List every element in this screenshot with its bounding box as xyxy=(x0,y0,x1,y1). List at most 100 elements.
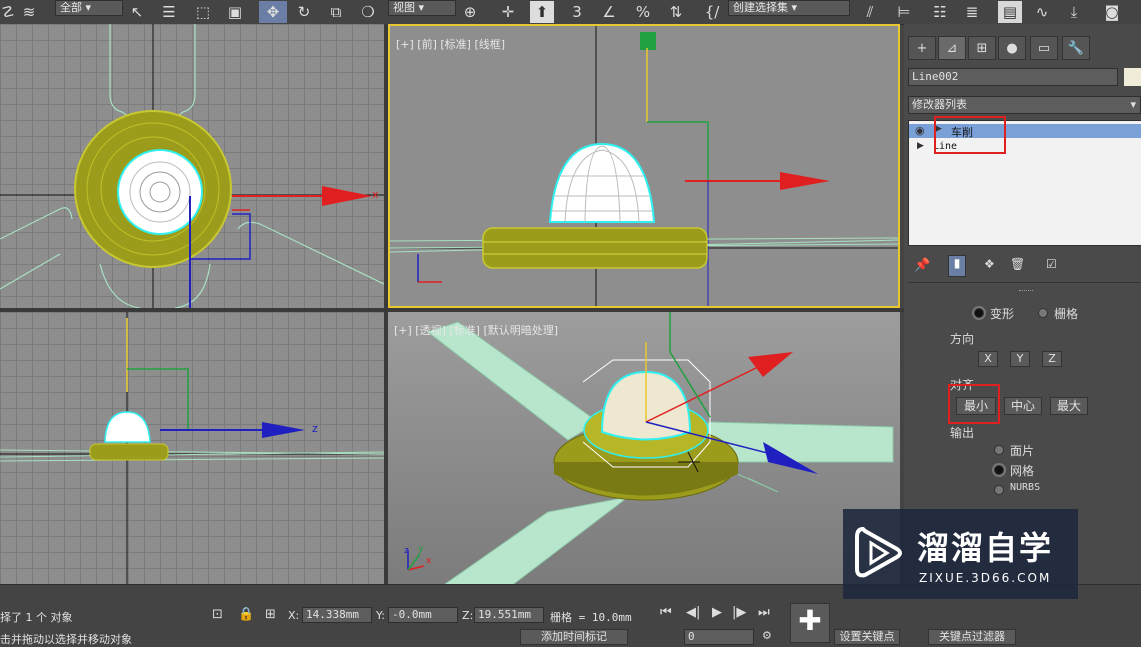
z-coord-label: Z: xyxy=(462,609,474,622)
selection-filter-select[interactable]: 全部 ▾ xyxy=(55,0,123,16)
show-end-result-icon[interactable]: ▮ xyxy=(948,255,966,277)
auto-key-plus-icon[interactable]: ✚ xyxy=(790,603,830,643)
select-by-name-icon[interactable]: ☰ xyxy=(158,1,180,23)
left-viewport[interactable]: z xyxy=(0,312,384,596)
next-frame-icon[interactable]: |▶ xyxy=(732,605,746,620)
eye-icon[interactable]: ◉ xyxy=(915,124,925,137)
object-name-field[interactable]: Line002 xyxy=(908,68,1118,86)
play-icon[interactable]: ▶ xyxy=(712,605,722,620)
unlink-icon[interactable]: ☡ xyxy=(0,1,16,23)
selection-count-text: 择了 1 个 对象 xyxy=(0,611,73,624)
align-icon[interactable]: ⊨ xyxy=(892,1,916,23)
perspective-viewport-label[interactable]: [+] [透视] [标准] [默认明暗处理] xyxy=(394,322,558,338)
gizmo-y-label: y xyxy=(418,544,424,554)
x-coord-field[interactable]: 14.338mm xyxy=(302,607,372,623)
y-coord-label: Y: xyxy=(376,609,385,622)
radio-deform[interactable] xyxy=(974,308,984,318)
rect-selection-icon[interactable]: ⬚ xyxy=(192,1,214,23)
previous-frame-icon[interactable]: ◀| xyxy=(686,605,700,620)
front-viewport-scene xyxy=(390,26,898,306)
spinner-snap-icon[interactable]: ⇅ xyxy=(664,1,688,23)
perspective-viewport[interactable]: [+] [透视] [标准] [默认明暗处理] x y z xyxy=(388,312,900,596)
move-icon[interactable]: ✥ xyxy=(259,1,287,23)
align-center-button[interactable]: 中心 xyxy=(1004,397,1042,415)
edit-named-selection-icon[interactable]: {/ xyxy=(700,1,724,23)
radio-mesh-label: 网格 xyxy=(1010,464,1035,478)
create-tab-icon[interactable]: + xyxy=(908,36,936,60)
radio-grid[interactable] xyxy=(1038,308,1048,318)
named-selection-select[interactable]: 创建选择集 ▾ xyxy=(728,0,850,16)
make-unique-icon[interactable]: ❖ xyxy=(984,257,995,271)
viewport-splitter-horizontal[interactable] xyxy=(0,308,904,312)
lock-selection-icon[interactable]: 🔒 xyxy=(238,607,254,622)
rollout-grip[interactable] xyxy=(1019,290,1033,293)
gizmo-x-label: x xyxy=(426,556,432,566)
play-logo-icon xyxy=(855,526,902,578)
main-toolbar: ☡ ≋ 全部 ▾ ↖ ☰ ⬚ ▣ ✥ ↻ ⧉ ❍ 视图 ▾ ⊕ ✛ ⬆ 3 ∠ … xyxy=(0,0,1141,25)
key-filters-button[interactable]: 关键点过滤器 xyxy=(928,629,1016,645)
front-viewport[interactable]: [+] [前] [标准] [线框] xyxy=(388,24,900,308)
direction-y-button[interactable]: Y xyxy=(1010,351,1030,367)
gizmo-z-label: z xyxy=(404,546,409,556)
named-selection-value: 创建选择集 xyxy=(733,1,788,14)
object-color-swatch[interactable] xyxy=(1124,68,1141,86)
select-manipulate-icon[interactable]: ✛ xyxy=(496,1,520,23)
expand-triangle-icon[interactable]: ▶ xyxy=(917,141,924,151)
top-viewport[interactable]: x xyxy=(0,24,384,308)
add-time-tag-label: 添加时间标记 xyxy=(541,630,607,643)
remove-modifier-icon[interactable]: 🗑 xyxy=(1010,257,1025,271)
keyboard-shortcut-override-icon[interactable]: ⬆ xyxy=(530,1,554,23)
modifier-list-dropdown[interactable]: 修改器列表 ▾ xyxy=(908,96,1141,114)
mirror-icon[interactable]: ⫽ xyxy=(858,1,882,23)
direction-z-button[interactable]: Z xyxy=(1042,351,1062,367)
modify-tab-icon[interactable]: ⊿ xyxy=(938,36,966,60)
schematic-view-icon[interactable]: ⤓ xyxy=(1062,1,1086,23)
scale-icon[interactable]: ⧉ xyxy=(324,1,348,23)
layer-explorer-icon[interactable]: ≣ xyxy=(960,1,984,23)
command-panel: + ⊿ ⊞ ● ▭ 🔧 Line002 修改器列表 ▾ ◉ ▶ 车削 ▶ Line… xyxy=(904,24,1141,584)
scene-explorer-icon[interactable]: ☷ xyxy=(928,1,952,23)
snaps-toggle-icon[interactable]: 3 xyxy=(565,1,589,23)
rotate-icon[interactable]: ↻ xyxy=(292,1,316,23)
select-object-icon[interactable]: ↖ xyxy=(126,1,148,23)
hierarchy-tab-icon[interactable]: ⊞ xyxy=(968,36,996,60)
go-to-end-icon[interactable]: ⏭ xyxy=(758,605,770,620)
angle-snap-icon[interactable]: ∠ xyxy=(597,1,621,23)
isolate-selection-icon[interactable]: ⊡ xyxy=(212,607,223,622)
prompt-text: 击并拖动以选择并移动对象 xyxy=(0,633,132,646)
add-time-tag-button[interactable]: 添加时间标记 xyxy=(520,629,628,645)
absolute-mode-icon[interactable]: ⊞ xyxy=(265,607,276,622)
top-view-x-axis-label: x xyxy=(372,188,379,201)
direction-group-label: 方向 xyxy=(950,332,975,346)
go-to-start-icon[interactable]: ⏮ xyxy=(660,605,672,620)
top-viewport-scene xyxy=(0,24,384,308)
place-icon[interactable]: ❍ xyxy=(356,1,380,23)
y-coord-field[interactable]: -0.0mm xyxy=(388,607,458,623)
front-viewport-label[interactable]: [+] [前] [标准] [线框] xyxy=(396,36,505,52)
set-key-button[interactable]: 设置关键点 xyxy=(834,629,900,645)
radio-mesh[interactable] xyxy=(994,465,1004,475)
z-coord-field[interactable]: 19.551mm xyxy=(474,607,544,623)
bind-space-warp-icon[interactable]: ≋ xyxy=(18,1,40,23)
pin-stack-icon[interactable]: 📌 xyxy=(914,258,930,273)
radio-patch[interactable] xyxy=(994,445,1004,455)
display-tab-icon[interactable]: ▭ xyxy=(1030,36,1058,60)
toggle-ribbon-icon[interactable]: ▤ xyxy=(998,1,1022,23)
utilities-tab-icon[interactable]: 🔧 xyxy=(1062,36,1090,60)
pivot-center-icon[interactable]: ⊕ xyxy=(458,1,482,23)
configure-modifier-sets-icon[interactable]: ☑ xyxy=(1046,257,1057,271)
watermark-url: ZIXUE.3D66.COM xyxy=(919,571,1052,585)
grid-size-text: 栅格 = 10.0mm xyxy=(550,611,632,624)
highlight-box-align xyxy=(948,384,1000,424)
motion-tab-icon[interactable]: ● xyxy=(998,36,1026,60)
reference-coordinate-select[interactable]: 视图 ▾ xyxy=(388,0,456,16)
curve-editor-icon[interactable]: ∿ xyxy=(1030,1,1054,23)
percent-snap-icon[interactable]: % xyxy=(631,1,655,23)
material-editor-icon[interactable]: ◙ xyxy=(1100,1,1124,23)
window-crossing-icon[interactable]: ▣ xyxy=(224,1,246,23)
direction-x-button[interactable]: X xyxy=(978,351,998,367)
radio-nurbs[interactable] xyxy=(994,485,1004,495)
align-max-button[interactable]: 最大 xyxy=(1050,397,1088,415)
time-config-icon[interactable]: ⚙ xyxy=(762,629,772,642)
current-frame-field[interactable]: 0 xyxy=(684,629,754,645)
